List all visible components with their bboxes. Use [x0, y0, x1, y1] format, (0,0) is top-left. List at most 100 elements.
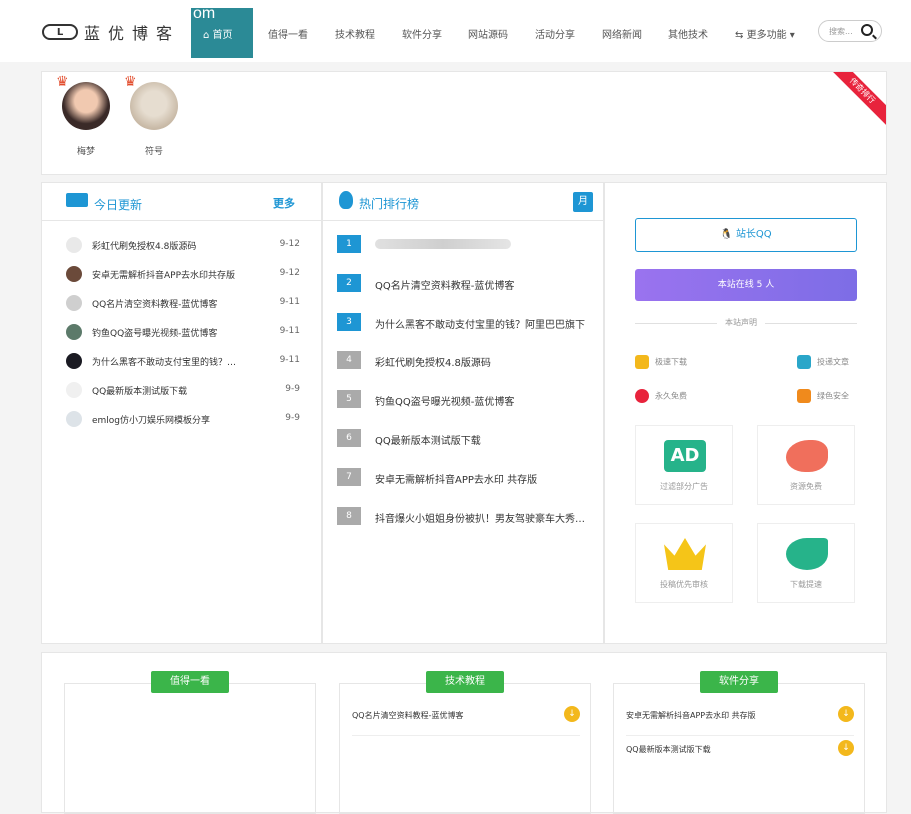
nav-home[interactable]: om ⌂ 首页 — [191, 5, 253, 58]
blurred-title — [375, 239, 511, 249]
item-thumb — [66, 324, 82, 340]
nav-item-activity[interactable]: 活动分享 — [535, 26, 575, 41]
download-icon[interactable]: ↓ — [564, 706, 580, 722]
tile-priority-review[interactable]: 投稿优先审核 — [635, 523, 733, 603]
feature-green-safe: 绿色安全 — [797, 389, 849, 403]
feature-free-forever: 永久免费 — [635, 389, 687, 403]
coffee-icon — [66, 193, 88, 207]
today-header: 今日更新 更多 — [42, 183, 321, 221]
search-input[interactable]: 搜索... — [829, 26, 853, 37]
site-logo[interactable]: L 蓝优博客 — [42, 20, 180, 44]
user-name: 梅梦 — [76, 147, 95, 157]
nav-home-label: ⌂ 首页 — [203, 30, 233, 41]
ranking-item[interactable]: 5 钓鱼QQ盗号曝光视频-蓝优博客 — [337, 390, 597, 408]
ranking-item[interactable]: 8 抖音爆火小姐姐身份被扒！男友驾驶豪车大秀恩爱 — [337, 507, 597, 525]
download-icon[interactable]: ↓ — [838, 740, 854, 756]
home-icon: ⌂ — [203, 30, 210, 41]
nav-item-source[interactable]: 网站源码 — [468, 26, 508, 41]
ranking-item[interactable]: 6 QQ最新版本测试版下载 — [337, 429, 597, 447]
hot-title: 热门排行榜 — [359, 197, 420, 211]
logo-text: 蓝优博客 — [84, 24, 181, 43]
today-title: 今日更新 — [94, 198, 143, 212]
statement-label: 本站声明 — [717, 317, 765, 328]
rank-number: 6 — [337, 429, 361, 447]
period-month-button[interactable]: 月 — [573, 192, 593, 212]
ranking-ribbon: 传奇排行 — [821, 72, 886, 132]
ranking-item[interactable]: 3 为什么黑客不敢动支付宝里的钱？阿里巴巴旗下 — [337, 313, 597, 331]
today-more-link[interactable]: 更多 — [273, 195, 295, 211]
ad-icon: AD — [664, 440, 706, 472]
top-navbar: L 蓝优博客 om ⌂ 首页 值得一看 技术教程 软件分享 网站源码 活动分享 … — [0, 0, 911, 62]
shield-icon — [797, 389, 811, 403]
crown-icon — [664, 538, 706, 570]
list-item[interactable]: emlog仿小刀娱乐网模板分享 9-9 — [66, 411, 302, 427]
today-updates-panel: 今日更新 更多 彩虹代刷免授权4.8版源码 9-12 安卓无需解析抖音APP去水印… — [41, 182, 322, 644]
document-icon — [797, 355, 811, 369]
rank-number: 5 — [337, 390, 361, 408]
search-box[interactable]: 搜索... — [818, 20, 882, 42]
download-icon[interactable]: ↓ — [838, 706, 854, 722]
tile-free-resources[interactable]: 资源免费 — [757, 425, 855, 505]
rank-number: 2 — [337, 274, 361, 292]
swap-icon: ⇆ — [735, 30, 744, 41]
avatar[interactable]: ♛ — [56, 74, 110, 130]
qq-icon: 🐧 — [720, 229, 733, 240]
category-tag-tutorial[interactable]: 技术教程 — [426, 671, 504, 693]
user-card[interactable]: ♛ 符号 — [124, 74, 182, 157]
search-icon[interactable] — [861, 24, 873, 36]
list-item[interactable]: 钓鱼QQ盗号曝光视频-蓝优博客 9-11 — [66, 324, 302, 340]
rocket-icon — [786, 538, 828, 570]
feature-submit-article: 投递文章 — [797, 355, 849, 369]
sidebar-panel: 🐧 站长QQ 本站在线 5 人 本站声明 极速下载 投递文章 永久免费 绿色安全… — [604, 182, 887, 644]
list-item[interactable]: QQ最新版本测试版下载 9-9 — [66, 382, 302, 398]
item-thumb — [66, 382, 82, 398]
nav-item-news[interactable]: 网络新闻 — [602, 26, 642, 41]
item-thumb — [66, 266, 82, 282]
list-item[interactable]: QQ名片清空资料教程-蓝优博客 9-11 — [66, 295, 302, 311]
rank-number: 7 — [337, 468, 361, 486]
category-column: QQ名片清空资料教程-蓝优博客 ↓ — [339, 683, 591, 814]
crown-icon: ♛ — [124, 74, 137, 90]
logo-overlay-text: om — [193, 5, 216, 22]
ranking-item[interactable]: 2 QQ名片清空资料教程-蓝优博客 — [337, 274, 597, 292]
rank-number: 1 — [337, 235, 361, 253]
category-column — [64, 683, 316, 814]
avatar[interactable]: ♛ — [124, 74, 178, 130]
nav-item-other[interactable]: 其他技术 — [668, 26, 708, 41]
flame-icon — [786, 440, 828, 472]
item-thumb — [66, 411, 82, 427]
item-thumb — [66, 295, 82, 311]
fire-icon — [339, 191, 353, 209]
admin-qq-button[interactable]: 🐧 站长QQ — [635, 218, 857, 252]
caret-down-icon: ▾ — [789, 30, 795, 41]
nav-item-software[interactable]: 软件分享 — [402, 26, 442, 41]
tile-ad-filter[interactable]: AD 过滤部分广告 — [635, 425, 733, 505]
list-item[interactable]: 为什么黑客不敢动支付宝里的钱？阿里巴巴9-11 — [66, 353, 302, 369]
tile-download-speedup[interactable]: 下载提速 — [757, 523, 855, 603]
category-columns: 值得一看 QQ名片清空资料教程-蓝优博客 ↓ 技术教程 安卓无需解析抖音APP去水… — [41, 652, 887, 814]
list-item[interactable]: 安卓无需解析抖音APP去水印共存版 9-12 — [66, 266, 302, 282]
category-tag-software[interactable]: 软件分享 — [700, 671, 778, 693]
list-item[interactable]: 安卓无需解析抖音APP去水印 共存版 ↓ — [626, 706, 854, 736]
list-item[interactable]: 彩虹代刷免授权4.8版源码 9-12 — [66, 237, 302, 253]
list-item[interactable]: QQ名片清空资料教程-蓝优博客 ↓ — [352, 706, 580, 736]
ranking-item[interactable]: 1 — [337, 235, 597, 253]
ranking-item[interactable]: 4 彩虹代刷免授权4.8版源码 — [337, 351, 597, 369]
hot-header: 热门排行榜 月 — [323, 183, 603, 221]
user-card[interactable]: ♛ 梅梦 — [56, 74, 114, 157]
ranking-item[interactable]: 7 安卓无需解析抖音APP去水印 共存版 — [337, 468, 597, 486]
category-tag-worth[interactable]: 值得一看 — [151, 671, 229, 693]
rank-number: 3 — [337, 313, 361, 331]
feature-fast-download: 极速下载 — [635, 355, 687, 369]
rank-number: 8 — [337, 507, 361, 525]
user-name: 符号 — [144, 147, 163, 157]
online-count-button[interactable]: 本站在线 5 人 — [635, 269, 857, 301]
nav-item-more[interactable]: ⇆ 更多功能 ▾ — [735, 26, 795, 41]
nav-item-worth[interactable]: 值得一看 — [268, 26, 308, 41]
item-thumb — [66, 237, 82, 253]
nav-item-tutorial[interactable]: 技术教程 — [335, 26, 375, 41]
item-thumb — [66, 353, 82, 369]
list-item[interactable]: QQ最新版本测试版下载 ↓ — [626, 740, 854, 770]
vip-icon — [635, 389, 649, 403]
rank-number: 4 — [337, 351, 361, 369]
